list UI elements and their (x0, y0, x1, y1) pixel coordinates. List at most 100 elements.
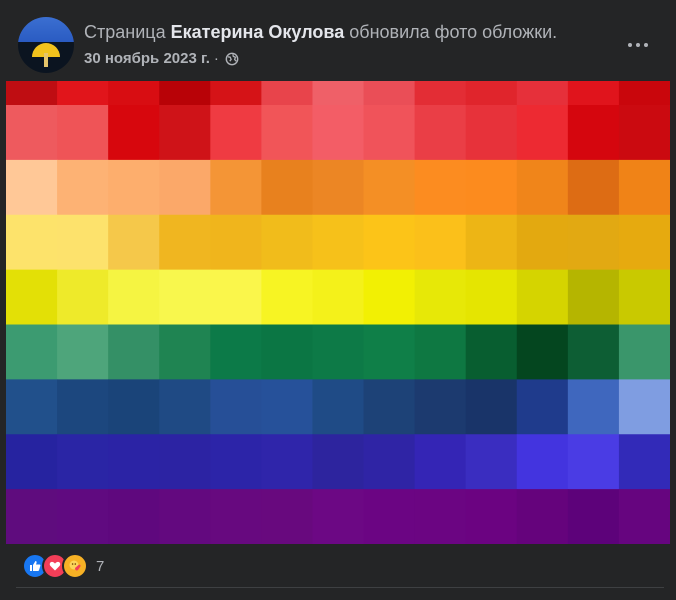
cover-pixel-block (618, 379, 670, 435)
cover-pixel-block (57, 159, 109, 216)
cover-pixel-block (261, 159, 314, 216)
cover-pixel-block (516, 159, 569, 216)
cover-pixel-block (465, 379, 518, 435)
cover-pixel-block (618, 489, 670, 544)
cover-pixel-block (210, 81, 262, 106)
cover-pixel-block (210, 434, 262, 490)
cover-pixel-block (57, 269, 109, 326)
cover-pixel-block (465, 159, 518, 216)
cover-pixel-block (516, 489, 569, 544)
cover-pixel-block (57, 214, 109, 271)
cover-pixel-block (363, 379, 416, 435)
cover-pixel-block (567, 159, 620, 216)
cover-pixel-block (465, 434, 518, 490)
divider (16, 587, 664, 588)
cover-pixel-block (159, 214, 211, 271)
author-name-link[interactable]: Екатерина Окулова (171, 22, 345, 42)
cover-pixel-block (363, 324, 416, 380)
cover-pixel-block (108, 81, 160, 106)
cover-pixel-block (6, 434, 58, 490)
cover-pixel-block (159, 489, 211, 544)
cover-pixel-block (414, 81, 467, 106)
cover-pixel-block (465, 489, 518, 544)
cover-pixel-block (414, 214, 467, 271)
cover-pixel-block (516, 379, 569, 435)
cover-pixel-block (108, 379, 160, 435)
cover-pixel-block (159, 81, 211, 106)
post-title: Страница Екатерина Окулова обновила фото… (84, 21, 596, 43)
post-header: Страница Екатерина Окулова обновила фото… (18, 15, 676, 73)
cover-pixel-block (6, 489, 58, 544)
cover-pixel-block (567, 324, 620, 380)
cover-pixel-block (516, 81, 569, 106)
cover-pixel-block (57, 489, 109, 544)
cover-pixel-block (210, 159, 262, 216)
cover-pixel-block (159, 379, 211, 435)
cover-pixel-block (6, 159, 58, 216)
post-meta: 30 ноябрь 2023 г. · (84, 49, 239, 69)
cover-pixel-block (312, 434, 365, 490)
cover-pixel-block (261, 379, 314, 435)
cover-pixel-block (363, 269, 416, 326)
cover-pixel-block (465, 105, 518, 161)
cover-pixel-block (108, 489, 160, 544)
avatar[interactable] (18, 17, 74, 73)
cover-pixel-block (312, 105, 365, 161)
cover-pixel-block (618, 269, 670, 326)
cover-pixel-block (618, 434, 670, 490)
post-action-text: обновила фото обложки. (349, 22, 558, 42)
cover-pixel-block (516, 269, 569, 326)
cover-pixel-block (414, 105, 467, 161)
cover-pixel-block (57, 434, 109, 490)
cover-pixel-block (261, 269, 314, 326)
cover-pixel-block (363, 214, 416, 271)
cover-pixel-block (567, 269, 620, 326)
cover-pixel-block (516, 214, 569, 271)
cover-pixel-block (57, 379, 109, 435)
cover-pixel-block (567, 489, 620, 544)
cover-pixel-block (312, 379, 365, 435)
post-card: Страница Екатерина Окулова обновила фото… (0, 0, 676, 600)
cover-pixel-block (108, 324, 160, 380)
cover-pixel-block (159, 324, 211, 380)
cover-pixel-block (261, 105, 314, 161)
cover-photo[interactable] (6, 81, 670, 544)
cover-pixel-block (6, 324, 58, 380)
cover-pixel-block (57, 105, 109, 161)
cover-pixel-block (6, 81, 58, 106)
cover-pixel-block (159, 105, 211, 161)
cover-pixel-block (108, 269, 160, 326)
cover-pixel-block (465, 269, 518, 326)
cover-pixel-block (414, 324, 467, 380)
more-options-button[interactable] (622, 29, 654, 61)
cover-pixel-block (618, 81, 670, 106)
cover-pixel-block (210, 379, 262, 435)
cover-pixel-block (312, 269, 365, 326)
cover-pixel-block (516, 105, 569, 161)
cover-pixel-block (363, 105, 416, 161)
globe-icon[interactable] (225, 52, 239, 66)
cover-pixel-block (261, 81, 314, 106)
cover-pixel-block (261, 324, 314, 380)
meta-separator: · (213, 50, 219, 67)
cover-pixel-block (516, 434, 569, 490)
cover-pixel-block (465, 81, 518, 106)
post-date-link[interactable]: 30 ноябрь 2023 г. (84, 49, 210, 69)
cover-pixel-block (108, 434, 160, 490)
care-icon (62, 553, 88, 579)
cover-pixel-block (312, 489, 365, 544)
more-dot (636, 43, 640, 47)
avatar-figure-shape (44, 53, 48, 67)
cover-pixel-block (6, 105, 58, 161)
cover-pixel-block (414, 489, 467, 544)
cover-pixel-block (312, 159, 365, 216)
cover-pixel-block (159, 159, 211, 216)
cover-pixel-block (261, 489, 314, 544)
cover-pixel-block (618, 214, 670, 271)
cover-pixel-block (618, 105, 670, 161)
reactions-summary[interactable]: 7 (22, 552, 104, 580)
cover-pixel-block (363, 81, 416, 106)
cover-pixel-block (261, 434, 314, 490)
cover-pixel-block (210, 489, 262, 544)
cover-pixel-block (567, 81, 620, 106)
